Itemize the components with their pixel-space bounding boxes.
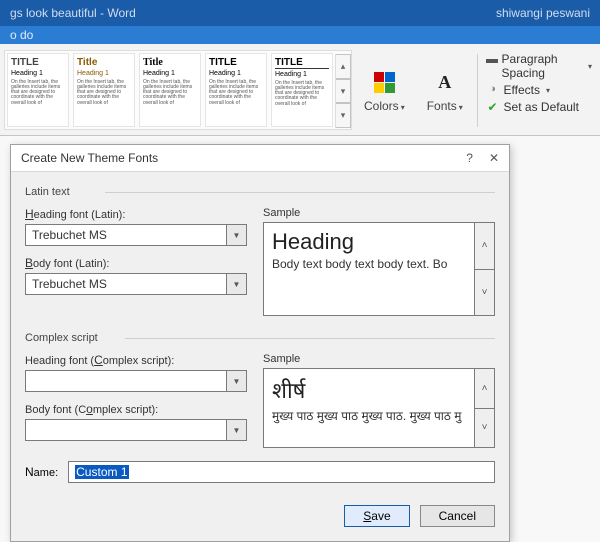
sample-up-button[interactable]: ˄ xyxy=(474,369,494,409)
sample-heading-text: Heading xyxy=(272,229,466,255)
help-button[interactable]: ? xyxy=(466,151,473,165)
section-divider xyxy=(125,338,495,339)
heading-font-complex-label: Heading font (Complex script): xyxy=(25,353,247,367)
dropdown-button[interactable]: ▼ xyxy=(227,370,247,392)
dropdown-button[interactable]: ▼ xyxy=(227,419,247,441)
sample-up-button[interactable]: ˄ xyxy=(474,223,494,270)
save-button[interactable]: Save xyxy=(344,505,409,527)
gallery-more-button[interactable]: ▾ xyxy=(336,103,351,128)
close-button[interactable]: ✕ xyxy=(489,151,499,165)
name-label: Name: xyxy=(25,465,58,479)
heading-font-latin-combo[interactable]: ▼ xyxy=(25,224,247,246)
colors-label: Colors xyxy=(364,99,399,113)
title-bar: gs look beautiful - Word shiwangi peswan… xyxy=(0,0,600,26)
tell-me-text: o do xyxy=(10,28,33,42)
paragraph-spacing-button[interactable]: Paragraph Spacing▾ xyxy=(486,52,592,80)
ribbon-design-tab: TITLEHeading 1On the Insert tab, the gal… xyxy=(0,44,600,136)
ribbon-separator xyxy=(477,54,478,127)
sample-spinner[interactable]: ˄ ˅ xyxy=(474,223,494,315)
theme-gallery-item[interactable]: TITLEHeading 1On the Insert tab, the gal… xyxy=(7,53,69,127)
sample-spinner[interactable]: ˄ ˅ xyxy=(474,369,494,447)
sample-heading-text: शीर्ष xyxy=(272,375,466,405)
heading-font-complex-input[interactable] xyxy=(25,370,227,392)
fonts-icon: A xyxy=(431,69,459,97)
dropdown-button[interactable]: ▼ xyxy=(227,273,247,295)
dialog-title-bar[interactable]: Create New Theme Fonts ? ✕ xyxy=(11,145,509,172)
body-font-latin-combo[interactable]: ▼ xyxy=(25,273,247,295)
latin-sample-box: Heading Body text body text body text. B… xyxy=(263,222,495,316)
app-title: gs look beautiful - Word xyxy=(10,6,136,20)
fonts-label: Fonts xyxy=(427,99,457,113)
dropdown-icon: ▾ xyxy=(401,103,405,112)
sample-label: Sample xyxy=(263,353,495,365)
colors-icon xyxy=(370,69,398,97)
gallery-spinner[interactable]: ▴ ▾ ▾ xyxy=(335,54,351,128)
sample-down-button[interactable]: ˅ xyxy=(474,409,494,448)
ribbon-colors-group[interactable]: Colors▾ xyxy=(354,48,415,133)
effects-button[interactable]: ◑Effects▾ xyxy=(486,83,550,97)
sample-label: Sample xyxy=(263,207,495,219)
ribbon-fonts-group[interactable]: A Fonts▾ xyxy=(417,48,473,133)
sample-body-text: मुख्य पाठ मुख्य पाठ मुख्य पाठ. मुख्य पाठ… xyxy=(272,407,466,424)
heading-font-latin-input[interactable] xyxy=(25,224,227,246)
dialog-title: Create New Theme Fonts xyxy=(21,151,158,165)
complex-sample-box: शीर्ष मुख्य पाठ मुख्य पाठ मुख्य पाठ. मुख… xyxy=(263,368,495,448)
section-divider xyxy=(105,192,495,193)
tell-me-bar[interactable]: o do xyxy=(0,26,600,44)
theme-gallery-item[interactable]: TitleHeading 1On the Insert tab, the gal… xyxy=(73,53,135,127)
body-font-complex-combo[interactable]: ▼ xyxy=(25,419,247,441)
theme-gallery-item[interactable]: TitleHeading 1On the Insert tab, the gal… xyxy=(139,53,201,127)
body-font-complex-label: Body font (Complex script): xyxy=(25,402,247,416)
user-name: shiwangi peswani xyxy=(496,6,590,20)
dropdown-icon: ▾ xyxy=(588,62,592,71)
theme-gallery-item[interactable]: TITLEHeading 1On the Insert tab, the gal… xyxy=(271,53,333,127)
body-font-latin-input[interactable] xyxy=(25,273,227,295)
ribbon-options-group: Paragraph Spacing▾ ◑Effects▾ ✔Set as Def… xyxy=(482,48,596,133)
sample-body-text: Body text body text body text. Bo xyxy=(272,257,466,271)
gallery-up-button[interactable]: ▴ xyxy=(336,54,351,79)
gallery-down-button[interactable]: ▾ xyxy=(336,79,351,104)
theme-gallery-item[interactable]: TITLEHeading 1On the Insert tab, the gal… xyxy=(205,53,267,127)
heading-font-latin-label: Heading font (Latin): xyxy=(25,207,247,221)
paragraph-spacing-icon xyxy=(486,59,498,73)
set-as-default-button[interactable]: ✔Set as Default xyxy=(486,100,579,114)
cancel-button[interactable]: Cancel xyxy=(420,505,495,527)
theme-gallery[interactable]: TITLEHeading 1On the Insert tab, the gal… xyxy=(4,50,352,130)
heading-font-complex-combo[interactable]: ▼ xyxy=(25,370,247,392)
create-theme-fonts-dialog: Create New Theme Fonts ? ✕ Latin text He… xyxy=(10,144,510,542)
name-input[interactable]: Custom 1 xyxy=(68,461,495,483)
dropdown-icon: ▾ xyxy=(546,86,550,95)
sample-down-button[interactable]: ˅ xyxy=(474,270,494,316)
dropdown-icon: ▾ xyxy=(459,103,463,112)
body-font-complex-input[interactable] xyxy=(25,419,227,441)
body-font-latin-label: Body font (Latin): xyxy=(25,256,247,270)
effects-icon: ◑ xyxy=(486,83,500,97)
dropdown-button[interactable]: ▼ xyxy=(227,224,247,246)
check-icon: ✔ xyxy=(486,100,500,114)
